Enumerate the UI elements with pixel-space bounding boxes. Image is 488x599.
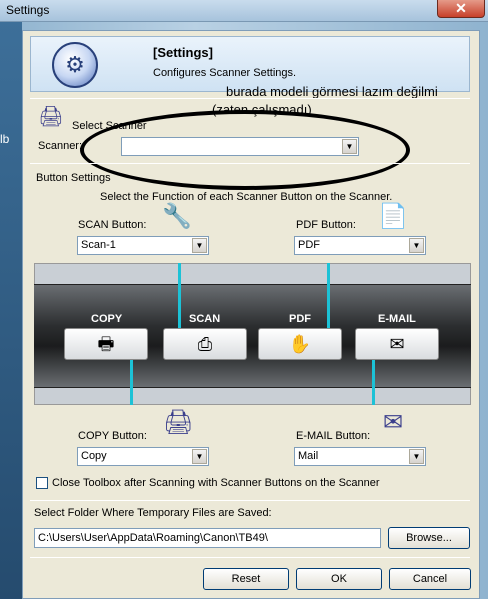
- scanner-icon: 🖨: [38, 106, 64, 128]
- panel-scan-label: SCAN: [189, 313, 221, 325]
- temp-folder-path[interactable]: C:\Users\User\AppData\Roaming\Canon\TB49…: [34, 528, 381, 548]
- button-settings-instruction: Select the Function of each Scanner Butt…: [100, 191, 393, 203]
- divider: [30, 98, 470, 99]
- scan-tools-icon: 🔧: [162, 203, 192, 230]
- reset-button[interactable]: Reset: [203, 568, 289, 590]
- window-title: Settings: [6, 3, 50, 17]
- email-icon: ✉: [382, 409, 404, 436]
- panel-email-label: E-MAIL: [378, 313, 416, 325]
- annotation-line-1: burada modeli görmesi lazım değilmi: [226, 84, 438, 99]
- email-button-value: Mail: [298, 450, 319, 462]
- copy-button-label: COPY Button:: [78, 430, 147, 442]
- close-toolbox-label: Close Toolbox after Scanning with Scanne…: [52, 477, 380, 489]
- scanner-icon: ⎙: [197, 334, 213, 354]
- settings-gear-icon: ⚙: [52, 42, 98, 88]
- pdf-hand-icon: ✋: [288, 334, 312, 354]
- close-button[interactable]: ✕: [437, 0, 485, 18]
- close-toolbox-checkbox[interactable]: [36, 477, 48, 489]
- copy-button-select[interactable]: Copy ▼: [77, 447, 209, 466]
- pdf-document-icon: 📄: [378, 203, 408, 230]
- divider: [30, 500, 470, 501]
- panel-copy-button[interactable]: 🖶: [64, 328, 148, 360]
- cancel-button[interactable]: Cancel: [389, 568, 471, 590]
- temp-folder-path-value: C:\Users\User\AppData\Roaming\Canon\TB49…: [38, 532, 268, 544]
- header-subtitle: Configures Scanner Settings.: [153, 67, 297, 79]
- panel-pdf-label: PDF: [289, 313, 311, 325]
- email-button-select[interactable]: Mail ▼: [294, 447, 426, 466]
- connector-line: [372, 355, 375, 405]
- button-settings-label: Button Settings: [36, 172, 111, 184]
- scanner-label: Scanner:: [38, 140, 83, 152]
- chevron-down-icon[interactable]: ▼: [409, 238, 424, 253]
- divider: [30, 557, 470, 558]
- chevron-down-icon[interactable]: ▼: [192, 238, 207, 253]
- pdf-button-label: PDF Button:: [296, 219, 356, 231]
- browse-button[interactable]: Browse...: [388, 527, 470, 549]
- annotation-ellipse: [80, 110, 410, 190]
- panel-email-button[interactable]: ✉: [355, 328, 439, 360]
- pdf-button-value: PDF: [298, 239, 320, 251]
- printer-icon: 🖶: [97, 334, 115, 354]
- connector-line: [178, 263, 181, 330]
- divider: [30, 163, 470, 164]
- ok-button[interactable]: OK: [296, 568, 382, 590]
- desktop-label: lb: [0, 132, 10, 146]
- chevron-down-icon[interactable]: ▼: [192, 449, 207, 464]
- chevron-down-icon[interactable]: ▼: [409, 449, 424, 464]
- header-title: [Settings]: [153, 45, 213, 60]
- scan-button-value: Scan-1: [81, 239, 116, 251]
- email-icon: ✉: [389, 334, 405, 354]
- desktop-background: lb: [0, 22, 22, 599]
- connector-line: [327, 263, 330, 330]
- title-bar: Settings ✕: [0, 0, 488, 22]
- printer-icon: 🖨: [163, 409, 194, 436]
- copy-button-value: Copy: [81, 450, 107, 462]
- panel-pdf-button[interactable]: ✋: [258, 328, 342, 360]
- scan-button-label: SCAN Button:: [78, 219, 147, 231]
- scan-button-select[interactable]: Scan-1 ▼: [77, 236, 209, 255]
- pdf-button-select[interactable]: PDF ▼: [294, 236, 426, 255]
- email-button-label: E-MAIL Button:: [296, 430, 371, 442]
- connector-line: [130, 355, 133, 405]
- panel-scan-button[interactable]: ⎙: [163, 328, 247, 360]
- panel-copy-label: COPY: [91, 313, 123, 325]
- temp-folder-label: Select Folder Where Temporary Files are …: [34, 507, 272, 519]
